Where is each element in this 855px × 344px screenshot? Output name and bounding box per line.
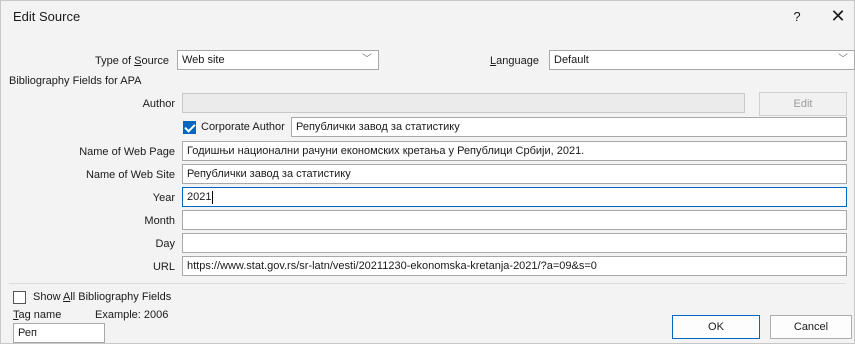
help-icon[interactable]: ? bbox=[786, 7, 808, 27]
dialog-title: Edit Source bbox=[13, 9, 81, 24]
web-site-label: Name of Web Site bbox=[85, 169, 175, 181]
day-field[interactable] bbox=[182, 233, 847, 253]
year-label: Year bbox=[152, 192, 175, 204]
type-of-source-label-post: ource bbox=[141, 55, 169, 67]
tag-example-label: Example: 2006 bbox=[95, 309, 169, 321]
web-site-field[interactable]: Републички завод за статистику bbox=[182, 164, 847, 184]
title-bar: Edit Source ? ✕ bbox=[1, 1, 854, 31]
author-label: Author bbox=[142, 98, 175, 110]
month-label: Month bbox=[144, 215, 175, 227]
web-page-field[interactable]: Годишњи национални рачуни економских кре… bbox=[182, 141, 847, 161]
language-value: Default bbox=[554, 54, 589, 66]
show-all-fields-checkbox[interactable] bbox=[13, 291, 26, 304]
type-of-source-label-pre: Type of bbox=[94, 55, 135, 67]
year-field[interactable]: 2021 bbox=[182, 187, 847, 207]
web-page-label: Name of Web Page bbox=[79, 146, 175, 158]
edit-source-dialog: Edit Source ? ✕ Type of Source Web site … bbox=[0, 0, 855, 344]
tag-name-label-post: ag name bbox=[18, 309, 62, 321]
show-all-label-post: ll Bibliography Fields bbox=[70, 291, 172, 303]
language-label-post: anguage bbox=[496, 55, 539, 67]
tag-name-label: Tag name bbox=[13, 309, 61, 321]
corporate-author-label: Corporate Author bbox=[201, 121, 285, 133]
show-all-fields-label: Show All Bibliography Fields bbox=[33, 291, 171, 303]
close-icon[interactable]: ✕ bbox=[827, 6, 849, 26]
bibliography-fields-group-label: Bibliography Fields for APA bbox=[9, 75, 142, 87]
author-edit-button[interactable]: Edit bbox=[759, 92, 847, 116]
month-field[interactable] bbox=[182, 210, 847, 230]
chevron-down-icon: ﹀ bbox=[362, 54, 372, 65]
day-label: Day bbox=[155, 238, 175, 250]
tag-name-field[interactable]: Реп bbox=[13, 323, 105, 343]
language-label: Language bbox=[481, 55, 539, 67]
url-label: URL bbox=[152, 261, 175, 273]
year-value: 2021 bbox=[187, 191, 212, 203]
show-all-label-pre: Show bbox=[33, 291, 63, 303]
url-field[interactable]: https://www.stat.gov.rs/sr-latn/vesti/20… bbox=[182, 256, 847, 276]
cancel-button[interactable]: Cancel bbox=[770, 315, 852, 339]
divider bbox=[9, 283, 846, 284]
type-of-source-select[interactable]: Web site ﹀ bbox=[177, 50, 379, 70]
author-field[interactable] bbox=[182, 93, 745, 113]
language-select[interactable]: Default ﹀ bbox=[549, 50, 855, 70]
type-of-source-value: Web site bbox=[182, 54, 225, 66]
text-caret bbox=[212, 190, 214, 204]
corporate-author-checkbox[interactable] bbox=[183, 121, 196, 134]
ok-button[interactable]: OK bbox=[672, 315, 760, 339]
corporate-author-field[interactable]: Републички завод за статистику bbox=[291, 117, 847, 137]
type-of-source-label: Type of Source bbox=[61, 55, 169, 67]
chevron-down-icon: ﹀ bbox=[838, 54, 848, 65]
